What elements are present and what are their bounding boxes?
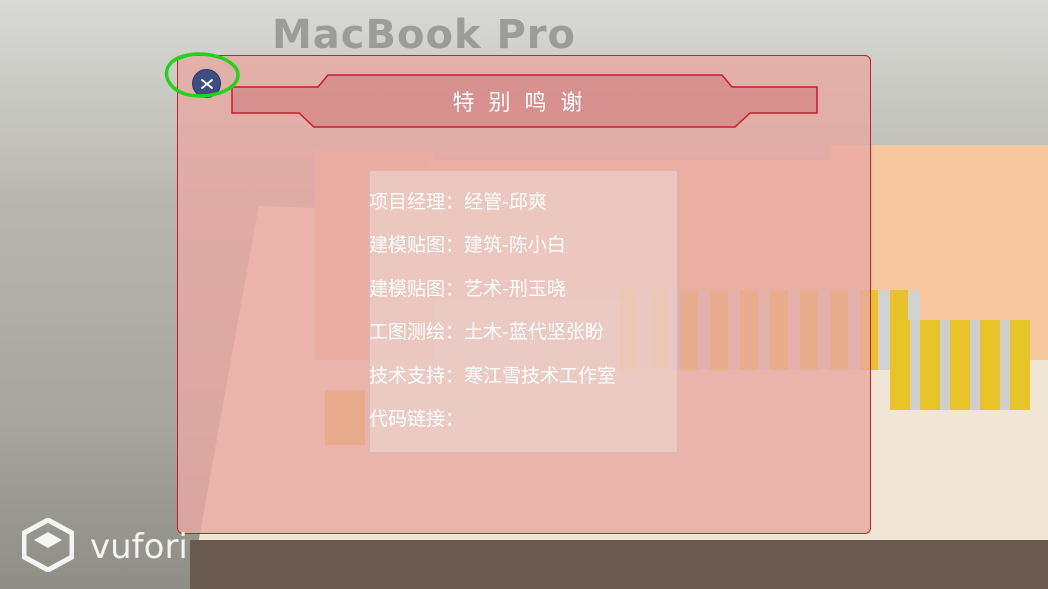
credit-value: 建筑-陈小白: [464, 234, 566, 256]
credit-value: 寒江雪技术工作室: [464, 365, 617, 387]
credit-role: 工图测绘: [369, 321, 446, 343]
dialog-title: 特别鸣谢: [452, 91, 597, 116]
vuforia-watermark: vufori: [90, 527, 188, 567]
credit-line-code-link[interactable]: 代码链接：: [369, 404, 729, 431]
credit-line: 建模贴图：艺术-刑玉晓: [369, 274, 729, 301]
credit-role: 代码链接: [369, 408, 446, 430]
credit-sep: ：: [445, 408, 465, 430]
credit-sep: ：: [445, 365, 465, 387]
credit-role: 建模贴图: [369, 234, 446, 256]
credit-line: 建模贴图：建筑-陈小白: [369, 230, 729, 257]
building-facade-right: [890, 320, 1030, 410]
credit-line: 工图测绘：土木-蓝代坚张盼: [369, 317, 729, 344]
credit-value: 土木-蓝代坚张盼: [464, 321, 604, 343]
annotation-highlight-circle: [164, 52, 240, 98]
credit-sep: ：: [445, 321, 465, 343]
credit-value: 艺术-刑玉晓: [464, 278, 566, 300]
credit-role: 项目经理: [369, 191, 446, 213]
laptop-brand-text: MacBook Pro: [272, 12, 577, 58]
credit-line: 技术支持：寒江雪技术工作室: [369, 361, 729, 388]
dialog-title-bar: 特别鸣谢: [230, 73, 819, 129]
credit-value: 经管-邱爽: [464, 191, 547, 213]
credit-sep: ：: [445, 278, 465, 300]
credit-line: 项目经理：经管-邱爽: [369, 187, 729, 214]
credit-sep: ：: [445, 191, 465, 213]
credit-role: 技术支持: [369, 365, 446, 387]
credit-sep: ：: [445, 234, 465, 256]
credit-role: 建模贴图: [369, 278, 446, 300]
vuforia-logo-icon: [22, 518, 74, 572]
ar-surface-edge: [190, 540, 1048, 589]
